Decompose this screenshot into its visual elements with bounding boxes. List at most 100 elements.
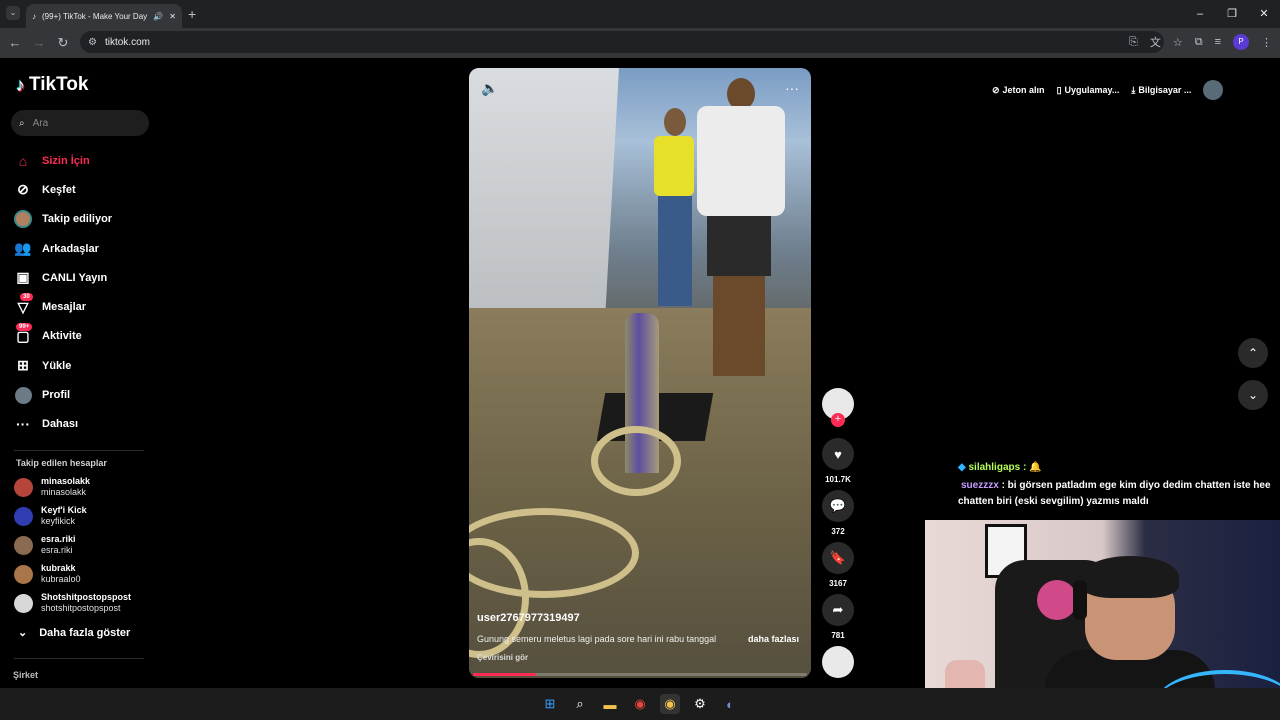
sidebar-item-for-you[interactable]: ⌂ Sizin İçin xyxy=(14,146,112,175)
video-username[interactable]: user2767977319497 xyxy=(477,612,580,624)
account-item[interactable]: kubrakk kubraalo0 xyxy=(14,563,81,585)
compass-icon: ⊘ xyxy=(17,181,29,198)
video-actions: + ♥ 101.7K 💬 372 🔖 3167 ➦ 781 xyxy=(822,388,854,678)
bookmark-icon[interactable]: 🔖 xyxy=(822,542,854,574)
search-icon: ⌕ xyxy=(19,117,25,129)
sidebar-item-label: Mesajlar xyxy=(42,301,87,314)
show-more-button[interactable]: ⌄ Daha fazla göster xyxy=(18,626,130,640)
video-player[interactable]: 🔈 ··· user2767977319497 Gunung semeru me… xyxy=(469,68,811,678)
company-link[interactable]: Şirket xyxy=(13,670,38,680)
account-item[interactable]: minasolakk minasolakk xyxy=(14,476,90,498)
account-handle: kubraalo0 xyxy=(41,574,81,584)
comment-icon[interactable]: 💬 xyxy=(822,490,854,522)
back-button[interactable]: ← xyxy=(3,31,27,55)
tab-search-button[interactable]: ⌄ xyxy=(6,6,20,20)
sidebar-item-label: Keşfet xyxy=(42,183,76,196)
desktop-app-button[interactable]: ⤓ Bilgisayar ... xyxy=(1131,85,1191,96)
music-disc-icon[interactable] xyxy=(822,646,854,678)
reload-button[interactable]: ↻ xyxy=(51,31,75,55)
stream-chat-overlay: ◆ silahligaps : 🔔 suezzzx : bi görsen pa… xyxy=(958,460,1276,510)
share-action[interactable]: ➦ 781 xyxy=(822,594,854,640)
forward-button[interactable]: → xyxy=(27,31,51,55)
account-handle: minasolakk xyxy=(41,487,87,497)
tiktok-logo[interactable]: ♪ TikTok xyxy=(16,74,88,96)
more-icon: ··· xyxy=(16,416,30,433)
volume-icon[interactable]: 🔈 xyxy=(481,80,498,97)
video-options-icon[interactable]: ··· xyxy=(785,80,799,97)
search-input[interactable]: ⌕ Ara xyxy=(11,110,149,136)
sidebar-item-activity[interactable]: ▢ 99+ Aktivite xyxy=(14,322,112,351)
see-more-button[interactable]: daha fazlası xyxy=(748,634,799,644)
next-video-button[interactable]: ⌄ xyxy=(1238,380,1268,410)
video-scene-person xyxy=(697,78,787,388)
file-explorer-icon[interactable]: ▬ xyxy=(600,694,620,714)
windows-start-icon[interactable]: ⊞ xyxy=(540,694,560,714)
get-coins-button[interactable]: ⊘ Jeton alın xyxy=(992,85,1045,96)
chat-username: silahligaps : xyxy=(968,462,1027,473)
account-name: minasolakk xyxy=(41,476,91,486)
chat-line: suezzzx : bi görsen patladım ege kim diy… xyxy=(958,478,1276,510)
app-icon[interactable]: ⚙ xyxy=(690,694,710,714)
translate-icon[interactable]: 文 xyxy=(1150,34,1161,50)
sidebar-item-upload[interactable]: ⊞ Yükle xyxy=(14,351,112,380)
taskbar-search-icon[interactable]: ⌕ xyxy=(570,694,590,714)
sidebar-item-following[interactable]: Takip ediliyor xyxy=(14,205,112,234)
share-icon[interactable]: ➦ xyxy=(822,594,854,626)
author-avatar[interactable]: + xyxy=(822,388,854,427)
profile-icon xyxy=(14,386,32,404)
heart-icon[interactable]: ♥ xyxy=(822,438,854,470)
browser-menu-icon[interactable]: ⋮ xyxy=(1261,36,1272,49)
desktop-app-label: Bilgisayar ... xyxy=(1138,85,1192,95)
profile-avatar[interactable]: P xyxy=(1233,34,1249,50)
comment-count: 372 xyxy=(831,527,845,536)
chrome-active-icon[interactable]: ◉ xyxy=(660,694,680,714)
home-icon: ⌂ xyxy=(18,152,28,169)
activity-badge: 99+ xyxy=(16,322,33,331)
address-bar[interactable]: ⚙ tiktok.com xyxy=(80,31,1164,53)
close-window-button[interactable]: ✕ xyxy=(1248,0,1280,28)
extensions-icon[interactable]: ⧉ xyxy=(1195,36,1203,49)
video-progress-bar[interactable] xyxy=(473,673,807,676)
chat-badge-icon: ◆ xyxy=(958,462,966,473)
logo-text: TikTok xyxy=(29,74,89,95)
see-translation-button[interactable]: Çevirisini gör xyxy=(477,653,528,662)
upload-icon: ⊞ xyxy=(17,357,29,374)
divider xyxy=(14,658,144,659)
sidebar-item-messages[interactable]: ▽ 30 Mesajlar xyxy=(14,292,112,321)
minimize-button[interactable]: – xyxy=(1184,0,1216,28)
comment-action[interactable]: 💬 372 xyxy=(822,490,854,536)
chevron-down-icon: ⌄ xyxy=(18,627,28,639)
previous-video-button[interactable]: ⌃ xyxy=(1238,338,1268,368)
follow-plus-icon[interactable]: + xyxy=(831,413,845,427)
friends-icon: 👥 xyxy=(14,240,32,257)
sidebar-item-explore[interactable]: ⊘ Keşfet xyxy=(14,175,112,204)
site-info-icon[interactable]: ⚙ xyxy=(88,37,97,48)
sidebar-item-more[interactable]: ··· Dahası xyxy=(14,410,112,439)
sidebar-item-profile[interactable]: Profil xyxy=(14,380,112,409)
account-item[interactable]: esra.riki esra.riki xyxy=(14,534,76,556)
account-handle: keyfikick xyxy=(41,516,76,526)
user-avatar[interactable] xyxy=(1203,80,1224,100)
discord-icon[interactable]: ◐ xyxy=(720,694,740,714)
restore-button[interactable]: ❐ xyxy=(1216,0,1248,28)
sidebar-item-label: Dahası xyxy=(42,418,79,431)
account-item[interactable]: Keyf'i Kick keyfikick xyxy=(14,505,87,527)
get-app-button[interactable]: ▯ Uygulamay... xyxy=(1057,85,1120,96)
chrome-icon[interactable]: ◉ xyxy=(630,694,650,714)
like-action[interactable]: ♥ 101.7K xyxy=(822,438,854,484)
new-tab-button[interactable]: + xyxy=(188,6,196,22)
browser-chrome: ⌄ ♪ (99+) TikTok - Make Your Day 🔊 ✕ + –… xyxy=(0,0,1280,58)
sidebar-item-live[interactable]: ▣ CANLI Yayın xyxy=(14,263,112,292)
webcam-headset xyxy=(1073,580,1087,620)
sidebar-item-friends[interactable]: 👥 Arkadaşlar xyxy=(14,234,112,263)
tab-audio-icon[interactable]: 🔊 xyxy=(153,12,163,21)
tab-close-icon[interactable]: ✕ xyxy=(169,12,176,21)
bookmark-star-icon[interactable]: ☆ xyxy=(1173,36,1183,49)
tab-tiktok[interactable]: ♪ (99+) TikTok - Make Your Day 🔊 ✕ xyxy=(26,4,182,28)
media-control-icon[interactable]: ≡ xyxy=(1215,36,1221,48)
save-action[interactable]: 🔖 3167 xyxy=(822,542,854,588)
account-item[interactable]: Shotshitpostopspost shotshitpostopspost xyxy=(14,592,131,614)
window-controls: – ❐ ✕ xyxy=(1184,0,1280,28)
install-app-icon[interactable]: ⎘ xyxy=(1129,36,1138,49)
chat-message: : bi görsen patladım ege kim diyo dedim … xyxy=(958,480,1271,507)
